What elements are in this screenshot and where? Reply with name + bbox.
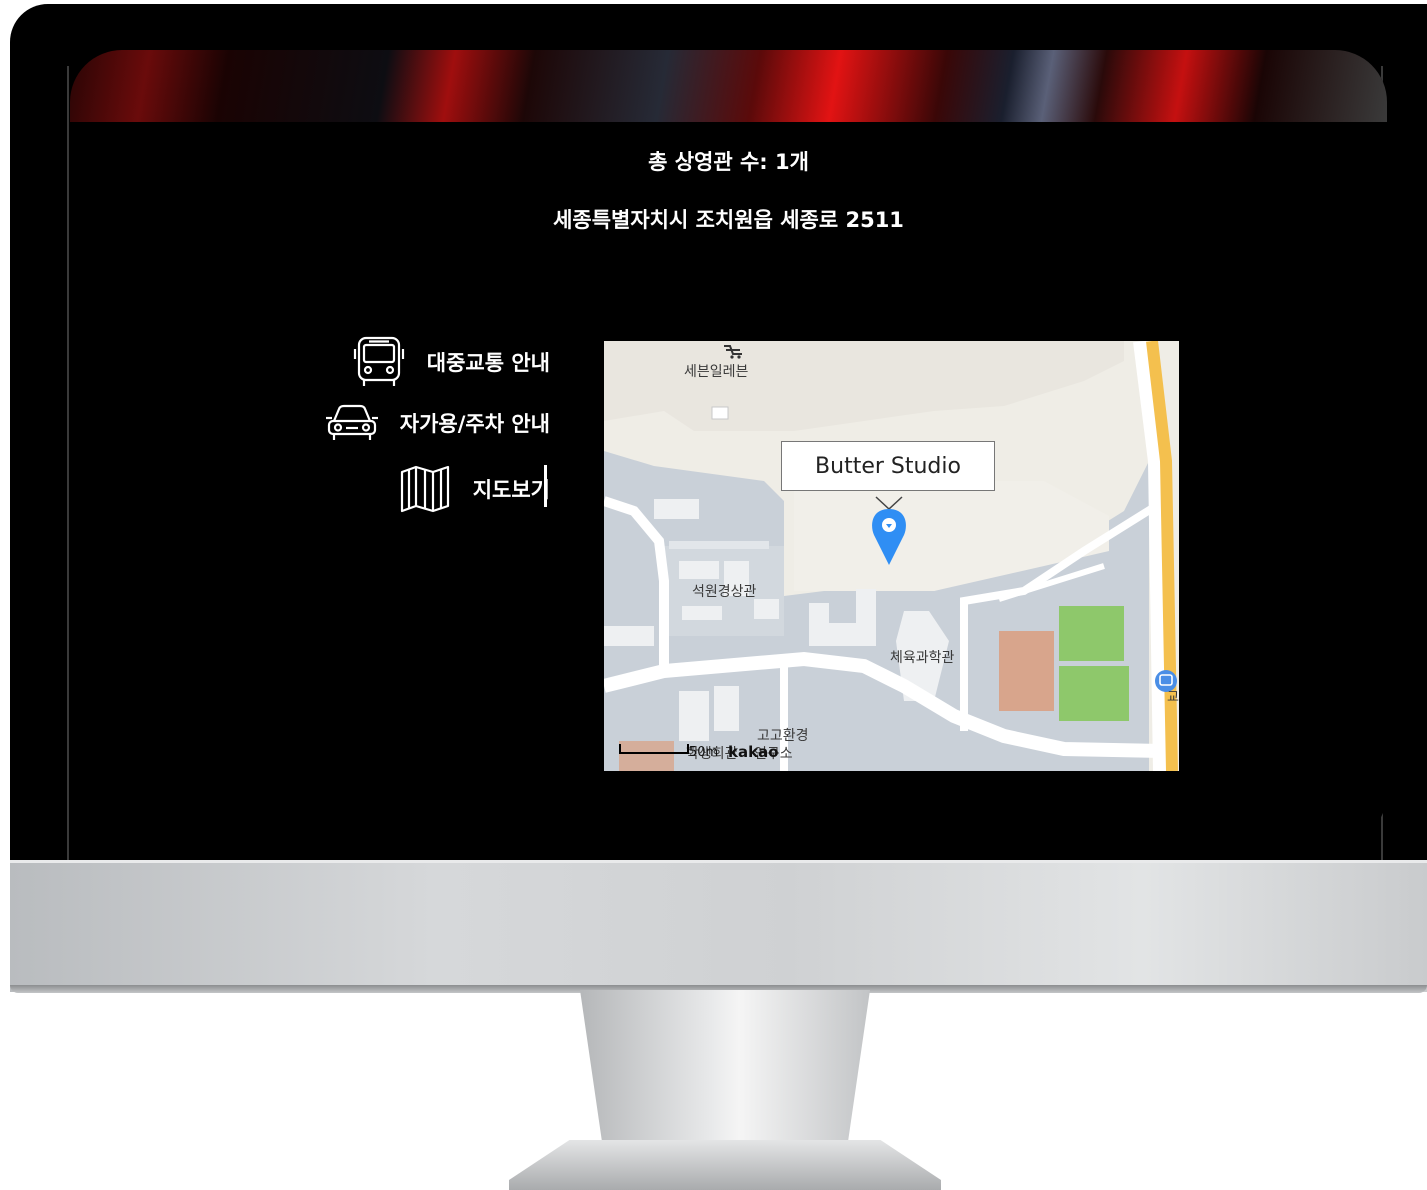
kakao-logo[interactable]: kakao (728, 743, 779, 761)
screen-count: 총 상영관 수: 1개 (648, 150, 809, 174)
monitor-stand-neck (580, 990, 870, 1150)
menu-view-map[interactable]: 지도보기 (399, 465, 550, 513)
map-icon (399, 465, 451, 513)
marker-title: Butter Studio (815, 453, 961, 479)
kakao-map[interactable]: 세븐일레븐 석원경상관 체육과학관 고고환경 학생회관 연구소 교 Butter… (604, 341, 1179, 771)
monitor-chin (10, 860, 1427, 992)
map-canvas (604, 341, 1179, 771)
marker-infowindow[interactable]: Butter Studio (781, 441, 995, 491)
directions-menu: 대중교통 안내 자가용/주차 안내 지도보기 (260, 335, 550, 515)
bezel-edge (67, 66, 69, 860)
map-scale-label: 50m (689, 745, 719, 760)
map-label-building: 체육과학관 (890, 650, 955, 666)
monitor-stand-foot (509, 1140, 941, 1190)
menu-item-label: 자가용/주차 안내 (399, 412, 550, 436)
map-label-store: 세븐일레븐 (684, 364, 749, 380)
bus-icon (353, 335, 405, 389)
menu-public-transport[interactable]: 대중교통 안내 (353, 335, 550, 389)
map-label-road: 교 (1167, 690, 1179, 705)
theater-seats-banner (70, 50, 1387, 122)
car-icon (325, 403, 378, 443)
menu-item-label: 지도보기 (472, 478, 550, 502)
screen: 총 상영관 수: 1개 세종특별자치시 조치원읍 세종로 2511 대중교통 안… (70, 50, 1387, 845)
map-label-building: 고고환경 (757, 728, 809, 744)
map-label-building: 석원경상관 (692, 584, 757, 600)
map-scale-bar (619, 744, 689, 754)
menu-car-parking[interactable]: 자가용/주차 안내 (325, 403, 550, 443)
theater-address: 세종특별자치시 조치원읍 세종로 2511 (553, 208, 904, 232)
active-menu-indicator (544, 465, 547, 507)
menu-item-label: 대중교통 안내 (426, 351, 550, 375)
